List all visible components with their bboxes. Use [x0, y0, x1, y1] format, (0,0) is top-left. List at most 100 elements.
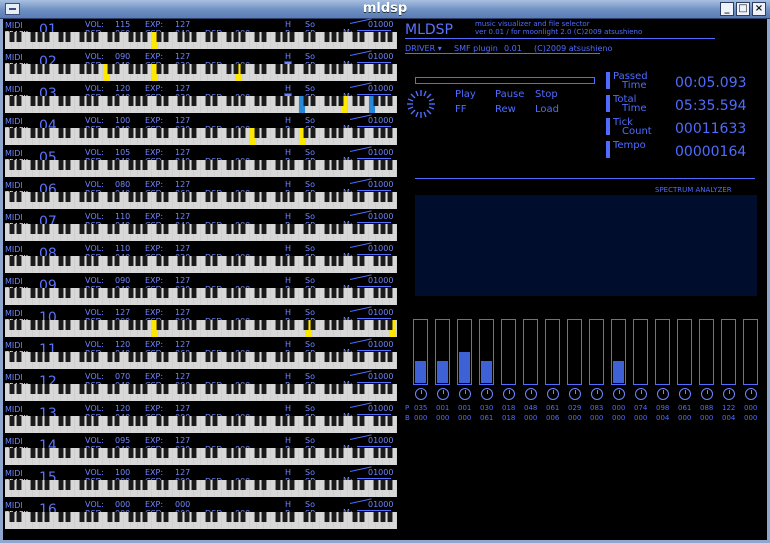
- plugin-version: 0.01: [504, 44, 522, 53]
- exp-value: 127: [175, 308, 191, 317]
- load-button[interactable]: Load: [535, 104, 559, 115]
- close-icon[interactable]: ×: [752, 2, 766, 16]
- timing-marker: [606, 72, 610, 89]
- ff-button[interactable]: FF: [455, 104, 467, 115]
- vol-value: 120: [115, 404, 131, 413]
- h-label: H: [285, 276, 292, 285]
- app-version: ver 0.01 / for moonlight 2.0 (C)2009 ats…: [475, 28, 643, 36]
- vol-value: 120: [115, 84, 131, 93]
- vol-value: 090: [115, 52, 131, 61]
- channel-bank: 000: [590, 414, 604, 422]
- channel-level-fill: [415, 361, 426, 383]
- pan-knob-icon[interactable]: [481, 388, 493, 400]
- pan-knob-icon[interactable]: [613, 388, 625, 400]
- piano-keyboard: [5, 480, 397, 497]
- counter-value: 01000: [368, 276, 394, 285]
- so-label: So: [305, 116, 315, 125]
- midi-label: MIDI: [5, 21, 23, 30]
- channel-level-meter: [457, 319, 472, 385]
- pan-knob-icon[interactable]: [415, 388, 427, 400]
- so-label: So: [305, 372, 315, 381]
- exp-label: EXP:: [145, 148, 164, 157]
- channel-level-meter: [435, 319, 450, 385]
- pan-knob-icon[interactable]: [459, 388, 471, 400]
- channel-bank: 000: [744, 414, 758, 422]
- piano-keyboard: [5, 256, 397, 273]
- pan-knob-icon[interactable]: [745, 388, 757, 400]
- pan-knob-icon[interactable]: [591, 388, 603, 400]
- rew-button[interactable]: Rew: [495, 104, 516, 115]
- spectrum-analyzer: [415, 195, 757, 296]
- channel-bank: 000: [414, 414, 428, 422]
- maximize-icon[interactable]: □: [736, 2, 750, 16]
- plugin-label: SMF plugin: [454, 44, 498, 53]
- vol-value: 070: [115, 372, 131, 381]
- exp-label: EXP:: [145, 276, 164, 285]
- exp-value: 127: [175, 148, 191, 157]
- timing-marker: [606, 118, 610, 135]
- counter-value: 01000: [368, 20, 394, 29]
- h-label: H: [285, 340, 292, 349]
- mute-line: [357, 446, 391, 447]
- counter-value: 01000: [368, 308, 394, 317]
- pan-knob-icon[interactable]: [723, 388, 735, 400]
- timing-marker: [606, 141, 610, 158]
- channel-level-meter: [479, 319, 494, 385]
- channel-bank: 000: [436, 414, 450, 422]
- channel-program: 000: [744, 404, 758, 412]
- spectrum-title: SPECTRUM ANALYZER: [655, 186, 732, 194]
- exp-value: 127: [175, 468, 191, 477]
- track-row: MIDITRACK01VOL:115EXP:127RSD:060CSD:040D…: [5, 18, 397, 51]
- exp-value: 127: [175, 340, 191, 349]
- channel-program: 061: [678, 404, 692, 412]
- minimize-icon[interactable]: _: [720, 2, 734, 16]
- counter-value: 01000: [368, 84, 394, 93]
- piano-keyboard: [5, 32, 397, 49]
- track-row: MIDITRACK09VOL:090EXP:127RSD:040CSD:020D…: [5, 274, 397, 307]
- counter-value: 01000: [368, 52, 394, 61]
- pan-knob-icon[interactable]: [503, 388, 515, 400]
- channel-bank: 004: [722, 414, 736, 422]
- pan-knob-icon[interactable]: [569, 388, 581, 400]
- stop-button[interactable]: Stop: [535, 89, 558, 100]
- piano-keyboard: [5, 64, 397, 81]
- channel-level-meter: [589, 319, 604, 385]
- mute-line: [357, 126, 391, 127]
- pan-knob-icon[interactable]: [547, 388, 559, 400]
- mute-line: [357, 222, 391, 223]
- channel-level-meter: [413, 319, 428, 385]
- exp-value: 000: [175, 500, 191, 509]
- exp-value: 127: [175, 436, 191, 445]
- vol-label: VOL:: [85, 372, 104, 381]
- channel-program: 001: [436, 404, 450, 412]
- midi-label: MIDI: [5, 245, 23, 254]
- pan-knob-icon[interactable]: [679, 388, 691, 400]
- piano-keyboard: [5, 224, 397, 241]
- app-name: MLDSP: [405, 22, 453, 38]
- exp-label: EXP:: [145, 52, 164, 61]
- h-label: H: [285, 244, 292, 253]
- so-label: So: [305, 340, 315, 349]
- progress-bar[interactable]: [415, 77, 595, 84]
- midi-label: MIDI: [5, 501, 23, 510]
- driver-select[interactable]: DRIVER ▾: [405, 44, 442, 53]
- exp-value: 127: [175, 404, 191, 413]
- pause-button[interactable]: Pause: [495, 89, 524, 100]
- mute-line: [357, 286, 391, 287]
- track-row: MIDITRACK10VOL:127EXP:127RSD:000CSD:000D…: [5, 306, 397, 339]
- so-label: So: [305, 276, 315, 285]
- channel-level-meter: [633, 319, 648, 385]
- pan-knob-icon[interactable]: [657, 388, 669, 400]
- so-label: So: [305, 180, 315, 189]
- plugin-copyright: (C)2009 atsushieno: [534, 44, 613, 53]
- piano-keyboard: [5, 384, 397, 401]
- pan-knob-icon[interactable]: [635, 388, 647, 400]
- pan-knob-icon[interactable]: [701, 388, 713, 400]
- timing-sublabel: Count: [622, 126, 652, 137]
- vol-value: 110: [115, 244, 131, 253]
- play-button[interactable]: Play: [455, 89, 476, 100]
- pan-knob-icon[interactable]: [437, 388, 449, 400]
- control-panel: MLDSP music visualizer and file selector…: [400, 20, 762, 532]
- vol-label: VOL:: [85, 116, 104, 125]
- pan-knob-icon[interactable]: [525, 388, 537, 400]
